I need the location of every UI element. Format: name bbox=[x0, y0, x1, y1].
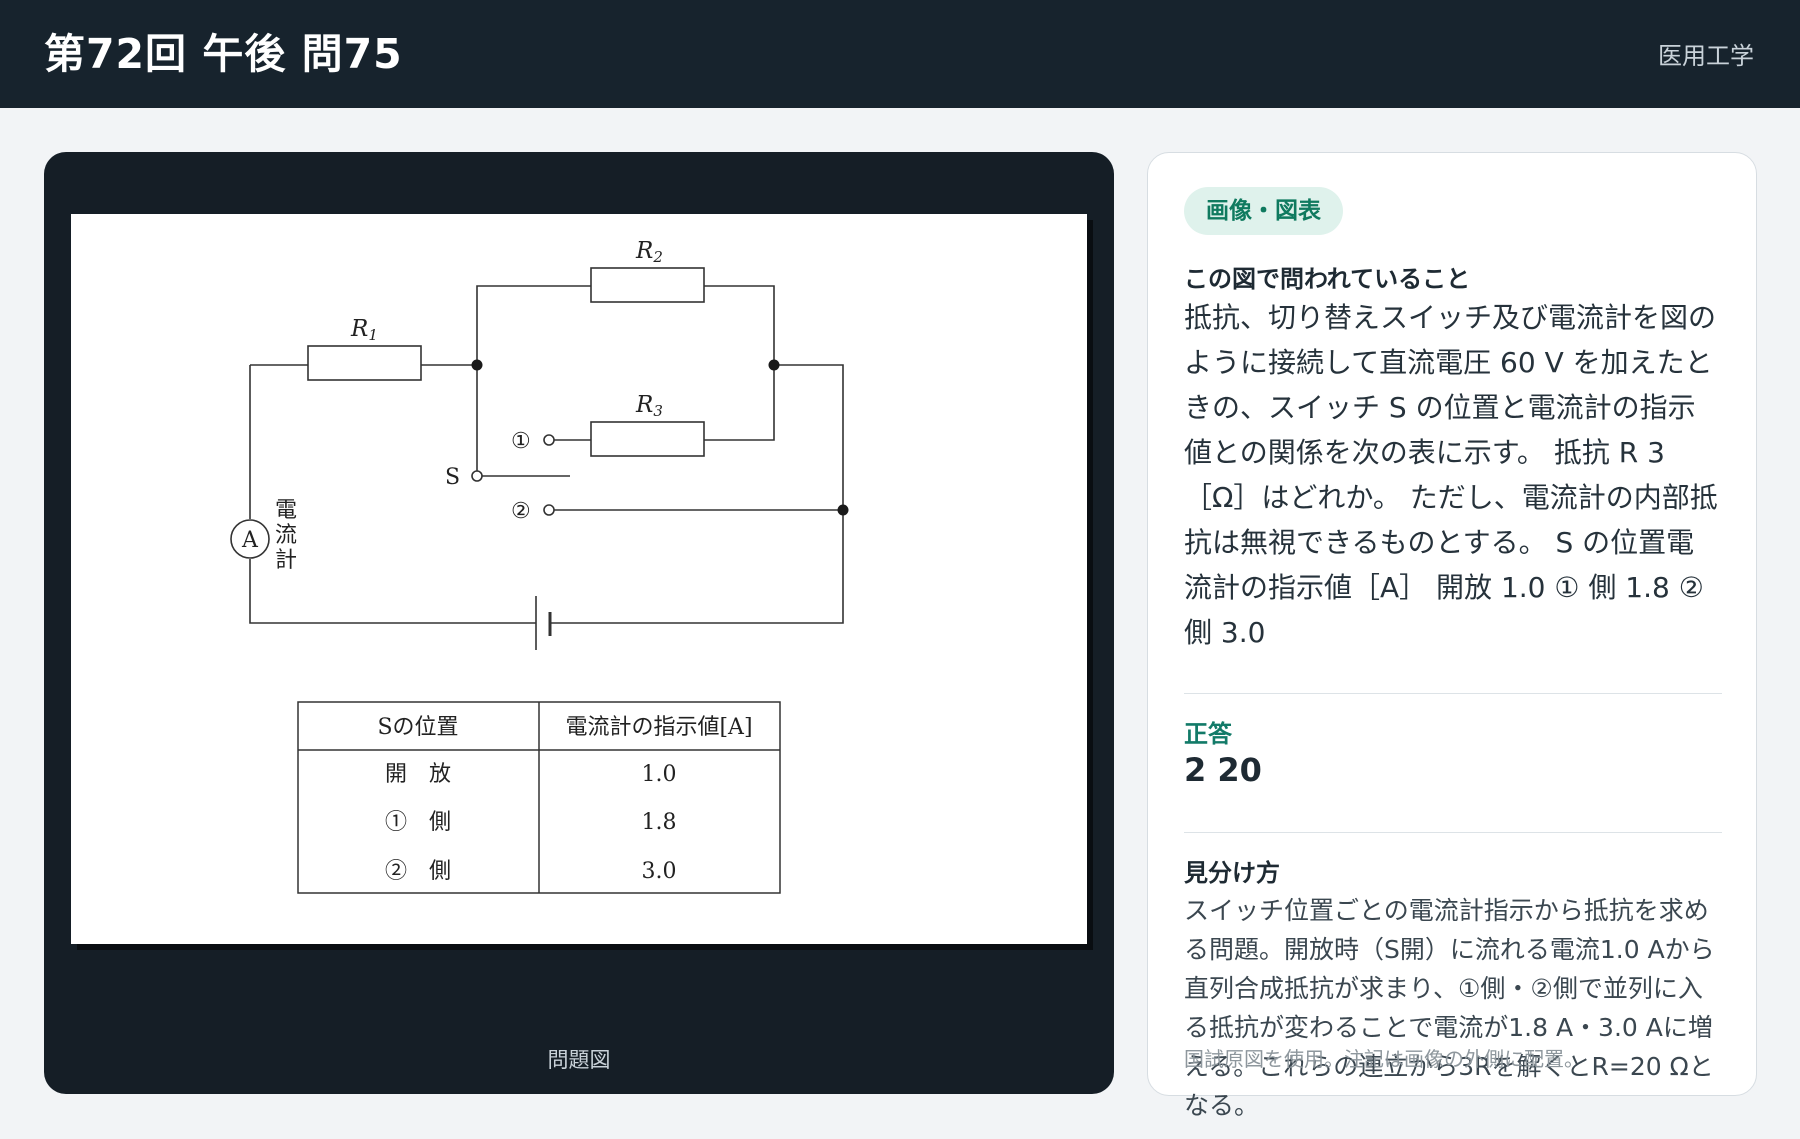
table-cell-position: 開 放 bbox=[385, 762, 451, 787]
figure-panel: R1 R2 R3 ① ② S A 電 流 計 Sの位置 電流計の指示値[A] 開… bbox=[44, 152, 1114, 1094]
table-cell-position: ① 側 bbox=[385, 810, 451, 835]
ammeter-label-2: 流 bbox=[275, 523, 297, 548]
question-heading: この図で問われていること bbox=[1184, 265, 1471, 293]
table-header-position: Sの位置 bbox=[377, 715, 458, 740]
circuit-diagram: R1 R2 R3 ① ② S A 電 流 計 Sの位置 電流計の指示値[A] 開… bbox=[230, 238, 849, 894]
hint-heading: 見分け方 bbox=[1184, 859, 1280, 887]
category-label: 医用工学 bbox=[1658, 42, 1754, 70]
explanation-panel: 画像・図表 この図で問われていること 抵抗、切り替えスイッチ及び電流計を図のよう… bbox=[1147, 152, 1757, 1120]
figure-caption: 問題図 bbox=[547, 1048, 611, 1072]
ammeter-label-1: 電 bbox=[275, 498, 297, 523]
position-1-label: ① bbox=[511, 429, 531, 454]
r3-label: R3 bbox=[635, 392, 663, 420]
divider bbox=[1184, 832, 1722, 833]
r2-label: R2 bbox=[635, 238, 663, 266]
table-header-current: 電流計の指示値[A] bbox=[565, 715, 752, 740]
position-2-label: ② bbox=[511, 499, 531, 524]
divider bbox=[1184, 693, 1722, 694]
question-text: 抵抗、切り替えスイッチ及び電流計を図のように接続して直流電圧 60 V を加えた… bbox=[1184, 301, 1718, 649]
table-cell-current: 1.0 bbox=[642, 762, 677, 787]
answer-value: 2 20 bbox=[1184, 751, 1262, 789]
table-cell-current: 3.0 bbox=[642, 859, 677, 884]
hint-text: スイッチ位置ごとの電流計指示から抵抗を求める問題。開放時（S開）に流れる電流1.… bbox=[1184, 896, 1715, 1120]
ammeter-label-3: 計 bbox=[275, 548, 297, 573]
top-bar: 第72回 午後 問75 医用工学 bbox=[0, 0, 1800, 108]
switch-label: S bbox=[445, 465, 460, 490]
question-figure: R1 R2 R3 ① ② S A 電 流 計 Sの位置 電流計の指示値[A] 開… bbox=[71, 214, 1087, 944]
r1-label: R1 bbox=[350, 316, 378, 344]
ammeter-symbol: A bbox=[241, 528, 259, 553]
table-cell-current: 1.8 bbox=[642, 810, 677, 835]
page-title: 第72回 午後 問75 bbox=[44, 30, 403, 78]
footnote: 国試原図を使用。注記は画像の外側に配置。 bbox=[1184, 1047, 1584, 1071]
table-cell-position: ② 側 bbox=[385, 859, 451, 884]
category-tag: 画像・図表 bbox=[1184, 187, 1343, 235]
answer-label: 正答 bbox=[1184, 720, 1232, 748]
